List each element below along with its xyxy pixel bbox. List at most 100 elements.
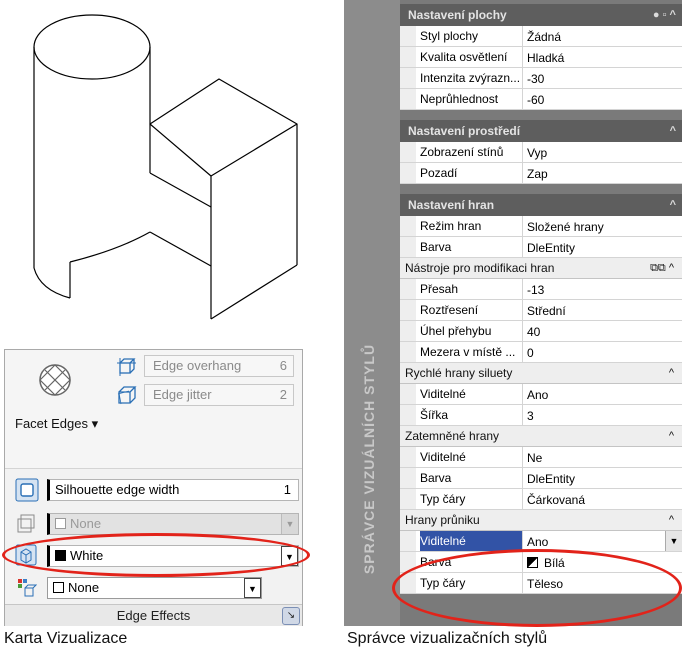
row-gutter [400,531,416,551]
chevron-down-icon: ▾ [91,416,99,431]
property-value[interactable]: 0 [527,342,682,362]
section-header[interactable]: Rychlé hrany siluety ^ [400,363,682,384]
collapse-chevron-icon[interactable]: ^ [669,363,674,383]
edge-overhang-slider[interactable]: Edge overhang 6 [144,355,294,377]
collapse-chevron-icon[interactable]: ^ [670,194,676,216]
property-value[interactable]: Zap [527,163,682,183]
property-row[interactable]: Mezera v místě ... 0 [400,342,682,363]
property-value[interactable]: Střední [527,300,682,320]
property-row[interactable]: Přesah -13 [400,279,682,300]
highlight-ring-palette [392,549,682,627]
cylinder-top-edge [33,14,151,80]
property-row[interactable]: Pozadí Zap [400,163,682,184]
property-name: Zobrazení stínů [420,142,523,162]
property-name: Kvalita osvětlení [420,47,523,67]
property-row[interactable]: Intenzita zvýrazn... -30 [400,68,682,89]
property-value[interactable]: Ano [527,384,682,404]
silhouette-label: Silhouette edge width [55,482,180,497]
property-row[interactable]: Barva DleEntity [400,468,682,489]
edge-overhang-icon [117,358,136,376]
property-value[interactable]: Vyp [527,142,682,162]
property-row[interactable]: Typ čáry Čárkovaná [400,489,682,510]
section-header[interactable]: Nastavení hran ^ [400,194,682,216]
facet-edges-dropdown[interactable]: Facet Edges ▾ [15,416,98,432]
collapse-chevron-icon[interactable]: ⧉⧉ ^ [650,258,674,278]
collapse-chevron-icon[interactable]: ^ [670,120,676,142]
edge-color-icon [18,579,37,597]
collapse-chevron-icon[interactable]: ^ [669,426,674,446]
chevron-down-icon[interactable]: ▼ [244,578,261,598]
property-value[interactable]: -60 [527,89,682,109]
edge-effects-top-area: Facet Edges ▾ Edge overhang 6 Edge jitte… [5,350,302,468]
property-row[interactable]: Barva DleEntity [400,237,682,258]
chevron-down-icon[interactable]: ▼ [665,531,682,551]
property-value-text: Ne [527,451,543,465]
property-row[interactable]: Viditelné Ne [400,447,682,468]
property-row[interactable]: Úhel přehybu 40 [400,321,682,342]
row-gutter [400,163,416,183]
silhouette-width-input[interactable]: Silhouette edge width 1 [47,479,299,501]
facet-edges-icon[interactable] [37,362,73,398]
property-name: Intenzita zvýrazn... [420,68,523,88]
section-title: Zatemněné hrany [405,429,500,443]
edge-jitter-label: Edge jitter [153,387,212,402]
property-row[interactable]: Kvalita osvětlení Hladká [400,47,682,68]
property-value[interactable]: DleEntity [527,468,682,488]
palette-vertical-title: SPRÁVCE VIZUÁLNÍCH STYLŮ [361,343,377,575]
section-header[interactable]: Zatemněné hrany ^ [400,426,682,447]
section-header[interactable]: Nastavení prostředí ^ [400,120,682,142]
property-name: Viditelné [420,531,523,551]
property-row[interactable]: Šířka 3 [400,405,682,426]
section-header[interactable]: Nastavení plochy ● ▫ ^ [400,4,682,26]
section-header[interactable]: Nástroje pro modifikaci hran ⧉⧉ ^ [400,258,682,279]
property-value-text: Žádná [527,30,562,44]
edge-overhang-label: Edge overhang [153,358,242,373]
obscured-color-select[interactable]: None ▼ [47,513,299,535]
solid-model-drawing [33,14,298,320]
color-swatch [55,518,66,529]
property-value[interactable]: -13 [527,279,682,299]
property-value[interactable]: Ne [527,447,682,467]
edge-jitter-slider[interactable]: Edge jitter 2 [144,384,294,406]
property-name: Barva [420,237,523,257]
row-gutter [400,237,416,257]
property-value-text: 0 [527,346,534,360]
property-value[interactable]: 3 [527,405,682,425]
property-value[interactable]: Žádná [527,26,682,46]
property-value[interactable]: Složené hrany [527,216,682,236]
chevron-down-icon[interactable]: ▼ [281,514,298,534]
section-title: Rychlé hrany siluety [405,366,513,380]
property-value[interactable]: DleEntity [527,237,682,257]
property-value-text: 3 [527,409,534,423]
property-row[interactable]: Neprůhlednost -60 [400,89,682,110]
section-title: Nastavení hran [408,198,495,212]
property-value[interactable]: Čárkovaná [527,489,682,509]
caption-right: Správce vizualizačních stylů [347,630,548,647]
collapse-chevron-icon[interactable]: ● ▫ ^ [653,4,676,26]
row-gutter [400,68,416,88]
edge-overhang-value: 6 [279,358,287,373]
property-row[interactable]: Režim hran Složené hrany [400,216,682,237]
collapse-chevron-icon[interactable]: ^ [669,510,674,530]
row-gutter [400,26,416,46]
property-name: Viditelné [420,447,523,467]
property-value-text: Ano [527,388,549,402]
property-value[interactable]: -30 [527,68,682,88]
property-row[interactable]: Roztřesení Střední [400,300,682,321]
property-value[interactable]: Ano ▼ [527,531,682,551]
property-value[interactable]: Hladká [527,47,682,67]
edge-color-select[interactable]: None ▼ [47,577,262,599]
property-row[interactable]: Viditelné Ano [400,384,682,405]
obscured-color-value: None [70,516,102,531]
row-gutter [400,447,416,467]
property-value-text: DleEntity [527,472,576,486]
row-gutter [400,142,416,162]
section-gap [400,110,682,120]
property-row[interactable]: Styl plochy Žádná [400,26,682,47]
row-gutter [400,489,416,509]
panel-launcher-icon[interactable]: ↘ [282,607,300,625]
property-row[interactable]: Zobrazení stínů Vyp [400,142,682,163]
section-header[interactable]: Hrany průniku ^ [400,510,682,531]
property-name: Režim hran [420,216,523,236]
property-value[interactable]: 40 [527,321,682,341]
